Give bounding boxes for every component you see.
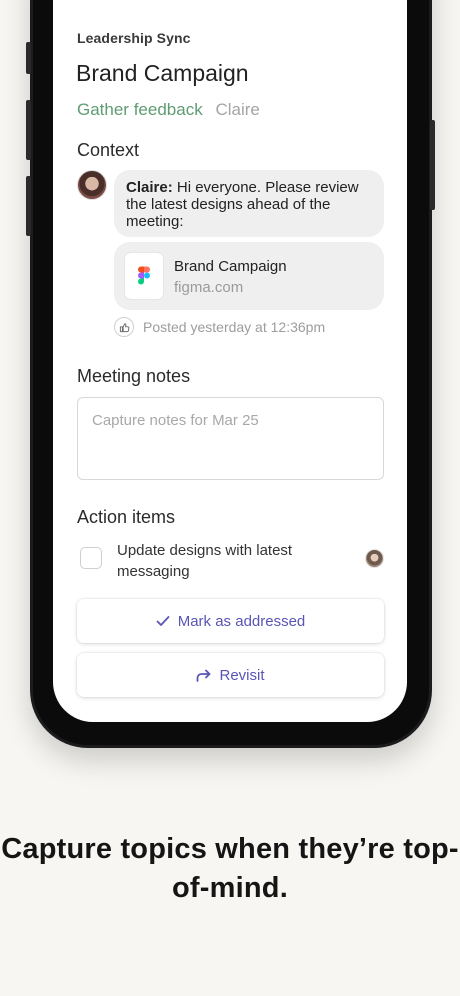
phone-side-button: [26, 100, 31, 160]
phone-power-button: [430, 120, 435, 210]
mark-addressed-button[interactable]: Mark as addressed: [77, 599, 384, 643]
phone-side-button: [26, 176, 31, 236]
action-item-text: Update designs with latest messaging: [117, 542, 293, 580]
marketing-tagline: Capture topics when they’re top-of-mind.: [1, 833, 459, 904]
action-items-heading: Action items: [77, 507, 176, 527]
posted-timestamp: Posted yesterday at 12:36pm: [143, 319, 326, 335]
action-item-checkbox[interactable]: [80, 547, 102, 569]
meeting-name: Leadership Sync: [77, 30, 191, 46]
posted-info: Posted yesterday at 12:36pm: [114, 317, 325, 337]
avatar: [77, 170, 107, 200]
topic-status[interactable]: Gather feedback: [77, 100, 203, 119]
topic-owner[interactable]: Claire: [215, 100, 259, 119]
notes-heading: Meeting notes: [77, 366, 191, 386]
figma-icon: [125, 253, 163, 299]
link-card[interactable]: Brand Campaign figma.com: [114, 242, 384, 310]
link-title: Brand Campaign: [174, 258, 287, 275]
phone-side-button: [26, 42, 31, 74]
app-screen: Leadership Sync Brand Campaign Gather fe…: [53, 0, 407, 722]
checkmark-icon: [156, 616, 170, 626]
context-heading: Context: [77, 140, 140, 160]
message-author: Claire:: [126, 179, 173, 196]
topic-meta: Gather feedback Claire: [77, 100, 260, 120]
mark-addressed-label: Mark as addressed: [177, 612, 306, 630]
revisit-button[interactable]: Revisit: [77, 653, 384, 697]
meeting-notes-input[interactable]: Capture notes for Mar 25: [77, 397, 384, 480]
assignee-avatar[interactable]: [365, 549, 384, 568]
topic-title: Brand Campaign: [76, 60, 249, 86]
forward-arrow-icon: [197, 669, 211, 682]
revisit-label: Revisit: [219, 666, 265, 684]
link-domain: figma.com: [174, 279, 244, 296]
thumbs-up-icon[interactable]: [114, 317, 134, 337]
context-message: Claire: Hi everyone. Please review the l…: [114, 170, 384, 237]
